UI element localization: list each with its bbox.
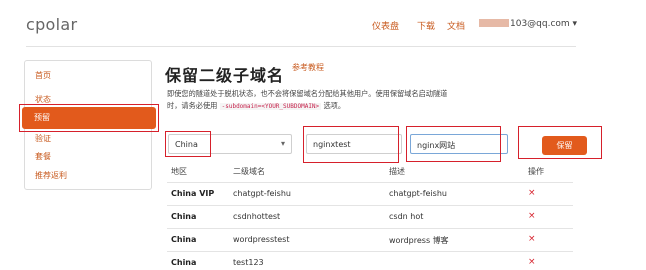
row-subdomain: wordpresstest	[233, 235, 290, 244]
subdomain-input[interactable]: nginxtest	[306, 134, 402, 154]
row-description: chatgpt-feishu	[389, 189, 447, 198]
region-select-value: China	[175, 140, 198, 149]
sidebar-item-status[interactable]: 状态	[35, 94, 51, 105]
table-row: China VIP chatgpt-feishu chatgpt-feishu …	[167, 183, 573, 206]
page-title: 保留二级子域名	[165, 66, 285, 85]
sidebar-item-home[interactable]: 首页	[35, 70, 51, 81]
sidebar-item-referral[interactable]: 推荐返利	[35, 170, 67, 181]
header-subdomain: 二级域名	[233, 167, 265, 176]
row-region: China	[171, 235, 197, 244]
sidebar-item-verify[interactable]: 验证	[35, 133, 51, 144]
delete-icon[interactable]: ×	[528, 234, 536, 244]
row-region: China VIP	[171, 189, 215, 198]
region-select[interactable]: China ▾	[168, 134, 292, 154]
sidebar-item-reserve-label: 预留	[34, 113, 50, 122]
user-menu[interactable]: 103@qq.com ▾	[479, 19, 577, 29]
top-nav: 仪表盘 下载 文档 103@qq.com ▾	[0, 19, 646, 33]
table-row: China test123 ×	[167, 252, 573, 270]
description-line-2-post: 选项。	[323, 101, 346, 110]
nav-download-link[interactable]: 下载	[417, 19, 435, 32]
row-subdomain: csdnhottest	[233, 212, 281, 221]
sidebar-item-plan[interactable]: 套餐	[35, 151, 51, 162]
user-email: 103@qq.com ▾	[510, 19, 578, 29]
header-action: 操作	[528, 167, 544, 176]
table-header: 地区 二级域名 描述 操作	[167, 160, 573, 183]
row-description: wordpress 博客	[389, 236, 449, 245]
table-row: China csdnhottest csdn hot ×	[167, 206, 573, 229]
row-region: China	[171, 258, 197, 267]
delete-icon[interactable]: ×	[528, 257, 536, 267]
row-region: China	[171, 212, 197, 221]
row-subdomain: test123	[233, 258, 264, 267]
subdomain-option-code: -subdomain=<YOUR_SUBDOMAIN>	[219, 103, 322, 110]
delete-icon[interactable]: ×	[528, 188, 536, 198]
chevron-down-icon: ▾	[280, 139, 285, 148]
row-subdomain: chatgpt-feishu	[233, 189, 291, 198]
sidebar-item-reserve[interactable]: 预留	[22, 107, 156, 129]
redacted-email-prefix	[479, 19, 509, 27]
header-region: 地区	[171, 167, 187, 176]
nav-docs-link[interactable]: 文档	[447, 19, 465, 32]
description-line-2-pre: 时，请务必使用	[167, 101, 218, 110]
reserve-button[interactable]: 保留	[542, 136, 587, 155]
description-input[interactable]: nginx网站	[410, 134, 508, 154]
description-line-1: 即使您的隧道处于脱机状态，也不会将保留域名分配给其他用户。使用保留域名启动隧道	[167, 89, 448, 98]
delete-icon[interactable]: ×	[528, 211, 536, 221]
header-description: 描述	[389, 167, 405, 176]
nav-dashboard-link[interactable]: 仪表盘	[372, 19, 399, 32]
row-description: csdn hot	[389, 212, 424, 221]
header-divider	[26, 46, 576, 47]
page-description: 即使您的隧道处于脱机状态，也不会将保留域名分配给其他用户。使用保留域名启动隧道 …	[167, 88, 479, 113]
tutorial-link[interactable]: 参考教程	[292, 62, 324, 73]
table-row: China wordpresstest wordpress 博客 ×	[167, 229, 573, 252]
